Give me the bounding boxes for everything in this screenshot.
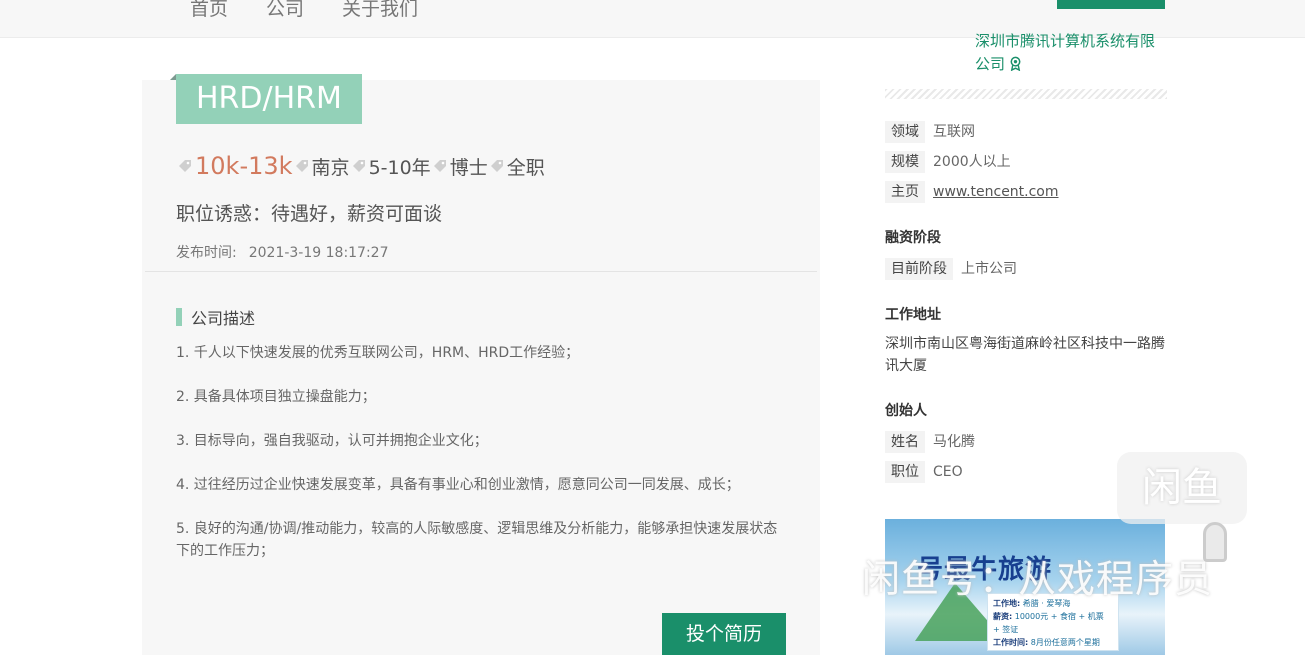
description-item: 5. 良好的沟通/协调/推动能力，较高的人际敏感度、逻辑思维及分析能力，能够承担… bbox=[176, 521, 778, 559]
company-name-link[interactable]: 深圳市腾讯计算机系统有限公司 bbox=[975, 30, 1160, 76]
tag-icon bbox=[352, 160, 365, 172]
sidebar-divider bbox=[885, 89, 1167, 99]
divider bbox=[145, 271, 817, 272]
description-item: 2. 具备具体项目独立操盘能力； bbox=[176, 389, 376, 405]
company-name[interactable]: 深圳市腾讯计算机系统有限公司 bbox=[975, 32, 1155, 73]
ad-line3-value: 8月份任意两个星期 bbox=[1030, 638, 1100, 647]
info-founder-name: 姓名 马化腾 bbox=[885, 431, 975, 453]
section-heading: 公司描述 bbox=[176, 305, 255, 329]
ad-line2-label: 薪资: bbox=[993, 612, 1013, 621]
top-action-button[interactable] bbox=[1057, 0, 1165, 9]
funding-heading: 融资阶段 bbox=[885, 230, 941, 246]
experience: 5-10年 bbox=[368, 156, 431, 179]
info-field: 领域 互联网 bbox=[885, 121, 975, 143]
nav-item-about[interactable]: 关于我们 bbox=[342, 0, 418, 21]
section-marker bbox=[176, 308, 182, 326]
job-lure: 职位诱惑：待遇好，薪资可面谈 bbox=[176, 203, 443, 225]
section-heading-label: 公司描述 bbox=[191, 309, 256, 328]
work-address: 深圳市南山区粤海街道麻岭社区科技中一路腾讯大厦 bbox=[885, 336, 1165, 374]
founder-name-value: 马化腾 bbox=[933, 434, 975, 450]
field-value: 互联网 bbox=[933, 124, 975, 140]
info-founder-position: 职位 CEO bbox=[885, 461, 963, 483]
tag-icon bbox=[490, 160, 503, 172]
award-icon bbox=[1010, 56, 1021, 71]
publish-time-label: 发布时间: bbox=[176, 245, 237, 261]
address-heading: 工作地址 bbox=[885, 307, 941, 323]
apply-resume-button[interactable]: 投个简历 bbox=[662, 613, 786, 655]
publish-time: 发布时间: 2021-3-19 18:17:27 bbox=[176, 242, 389, 262]
stage-label: 目前阶段 bbox=[885, 258, 953, 280]
watermark-logo: 闲鱼 bbox=[1117, 452, 1247, 524]
job-title: HRD/HRM bbox=[176, 74, 362, 124]
job-meta-row: 10k-13k 南京 5-10年 博士 全职 bbox=[176, 152, 545, 180]
ad-line3-label: 工作时间: bbox=[993, 638, 1029, 647]
watermark-text: 闲鱼号：从戏程序员 bbox=[862, 557, 1214, 601]
info-scale: 规模 2000人以上 bbox=[885, 151, 1011, 173]
tag-icon bbox=[433, 160, 446, 172]
main-nav: 首页 公司 关于我们 bbox=[190, 0, 418, 21]
city: 南京 bbox=[311, 156, 350, 179]
founder-name-label: 姓名 bbox=[885, 431, 925, 453]
scale-label: 规模 bbox=[885, 151, 925, 173]
job-type: 全职 bbox=[506, 156, 545, 179]
education: 博士 bbox=[449, 156, 488, 179]
stage-value: 上市公司 bbox=[961, 261, 1017, 277]
field-label: 领域 bbox=[885, 121, 925, 143]
homepage-label: 主页 bbox=[885, 181, 925, 203]
tag-icon bbox=[295, 160, 308, 172]
description-list: 1. 千人以下快速发展的优秀互联网公司，HRM、HRD工作经验； 2. 具备具体… bbox=[176, 342, 786, 584]
founder-position-value: CEO bbox=[933, 464, 963, 480]
homepage-link[interactable]: www.tencent.com bbox=[933, 184, 1059, 200]
description-item: 1. 千人以下快速发展的优秀互联网公司，HRM、HRD工作经验； bbox=[176, 345, 580, 361]
publish-time-value: 2021-3-19 18:17:27 bbox=[248, 245, 389, 261]
tag-icon bbox=[179, 160, 191, 172]
info-homepage: 主页 www.tencent.com bbox=[885, 181, 1059, 203]
salary: 10k-13k bbox=[195, 152, 293, 180]
description-item: 4. 过往经历过企业快速发展变革，具备有事业心和创业激情，愿意同公司一同发展、成… bbox=[176, 477, 740, 493]
founder-position-label: 职位 bbox=[885, 461, 925, 483]
info-stage: 目前阶段 上市公司 bbox=[885, 258, 1017, 280]
scale-value: 2000人以上 bbox=[933, 154, 1011, 170]
description-item: 3. 目标导向，强自我驱动，认可并拥抱企业文化； bbox=[176, 433, 488, 449]
nav-item-company[interactable]: 公司 bbox=[266, 0, 304, 21]
founder-heading: 创始人 bbox=[885, 403, 927, 419]
nav-item-home[interactable]: 首页 bbox=[190, 0, 228, 21]
